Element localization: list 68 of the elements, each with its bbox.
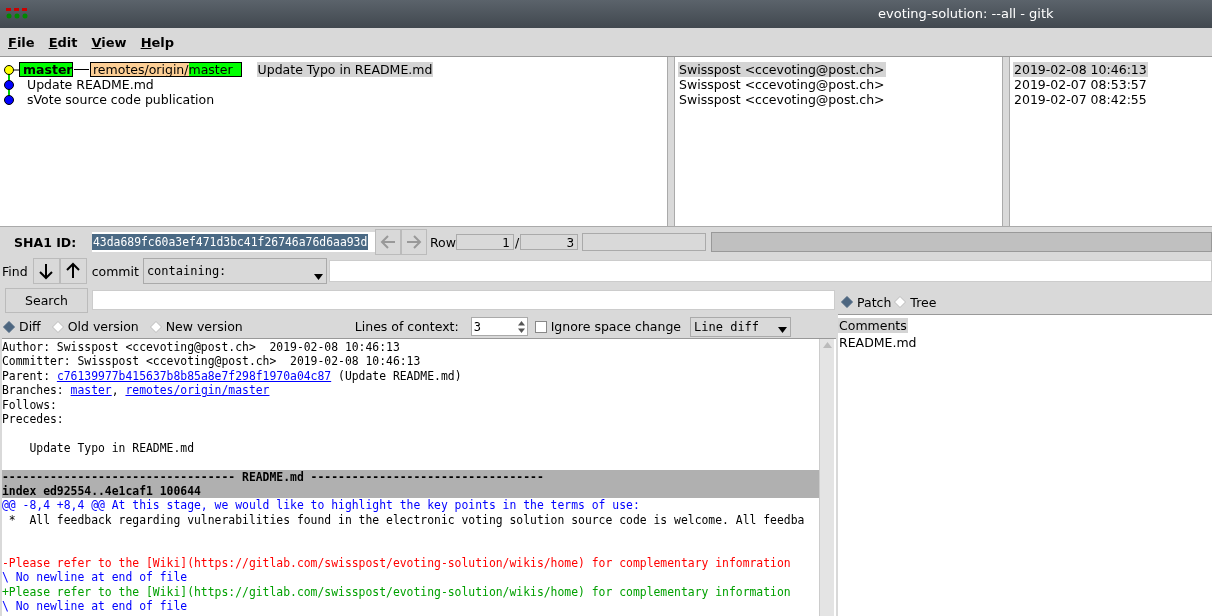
find-input-field[interactable] <box>328 260 1212 282</box>
commit-message: Update Typo in README.md <box>28 440 196 456</box>
diff-view-radio[interactable]: Old version <box>51 319 139 334</box>
diff-mode-dropdown[interactable]: Line diff <box>690 316 792 337</box>
view-mode-radio[interactable]: Tree <box>894 294 937 310</box>
commit-author[interactable]: Swisspost <ccevoting@post.ch> <box>678 77 886 92</box>
forward-button[interactable] <box>401 229 427 255</box>
row-number-field: 1 <box>456 234 514 250</box>
added-line: +Please refer to the [Wiki](https://gitlab.com/swisspost/evoting-solution/wikis/home) for complementary information <box>2 584 792 600</box>
header-line: (Update README.md) <box>337 368 462 383</box>
row-total-field: 3 <box>520 234 579 250</box>
menu-item[interactable]: File <box>4 34 39 50</box>
find-mode-dropdown[interactable]: containing: <box>142 258 327 284</box>
sha1-label: SHA1 ID: <box>13 234 78 250</box>
search-button[interactable]: Search <box>5 287 88 313</box>
header-line: Committer: Swisspost <ccevoting@post.ch> 2019-02-08 10:46:13 <box>2 354 421 369</box>
removed-line: -Please refer to the [Wiki](https://gitlab.com/swisspost/evoting-solution/wikis/home) for complementary infomration <box>2 555 792 571</box>
commit-date[interactable]: 2019-02-08 10:46:13 <box>1013 62 1148 77</box>
header-line: Parent: <box>2 368 51 383</box>
app-icon <box>6 8 28 20</box>
header-line: Author: Swisspost <ccevoting@post.ch> 2019-02-08 10:46:13 <box>2 340 400 354</box>
menu-item[interactable]: Edit <box>44 34 82 50</box>
down-arrow-icon <box>37 262 56 280</box>
commit-headline[interactable]: Update README.md <box>26 77 155 92</box>
commit-headline[interactable]: Update Typo in README.md <box>256 62 434 77</box>
menu-item[interactable]: View <box>87 34 131 50</box>
commit-date[interactable]: 2019-02-07 08:53:57 <box>1013 77 1148 92</box>
no-newline-note: \ No newline at end of file <box>2 570 189 585</box>
header-line: Follows: <box>2 397 57 412</box>
spinner-arrows-icon <box>516 318 526 335</box>
row-separator: / <box>515 234 520 250</box>
header-line: , <box>111 383 120 398</box>
row-label: Row <box>430 234 456 250</box>
commit-author[interactable]: Swisspost <ccevoting@post.ch> <box>678 62 886 77</box>
back-button[interactable] <box>375 229 401 255</box>
ignore-space-checkbox[interactable]: Ignore space change <box>534 319 682 334</box>
file-list-item[interactable]: README.md <box>838 335 918 350</box>
file-header: ---------------------------------- README.md ---------------------------------- <box>2 469 819 484</box>
sha1-field[interactable]: 43da689fc60a3ef471d3bc41f26746a76d6aa93d <box>92 232 375 252</box>
commit-headline[interactable]: sVote source code publication <box>26 92 216 107</box>
search-input-field[interactable] <box>92 290 835 310</box>
find-next-button[interactable] <box>32 258 60 284</box>
caret-icon <box>313 274 323 280</box>
commit-link[interactable]: master <box>70 383 112 398</box>
hunk-header: @@ -8,4 +8,4 @@ At this stage, we would like to highlight the key points in the terms of use: <box>2 498 641 513</box>
left-arrow-icon <box>379 234 397 250</box>
window-title: evoting-solution: --all - gitk <box>878 6 1054 21</box>
find-type-label: commit <box>91 263 139 279</box>
commit-date[interactable]: 2019-02-07 08:42:55 <box>1013 92 1148 107</box>
caret-icon <box>778 326 788 333</box>
right-arrow-icon <box>405 234 423 250</box>
no-newline-note: \ No newline at end of file <box>2 599 189 614</box>
header-line: Precedes: <box>2 411 64 426</box>
find-label: Find <box>2 263 28 279</box>
header-line: Branches: <box>2 383 65 398</box>
menu-item[interactable]: Help <box>136 34 179 50</box>
context-line: * All feedback regarding vulnerabilities found in the electronic voting solution source code is welcome. All feedba <box>7 512 806 528</box>
view-mode-radio[interactable]: Patch <box>841 294 892 310</box>
branch-tag[interactable]: master <box>19 62 73 77</box>
file-list-item[interactable]: Comments <box>838 318 908 333</box>
find-previous-button[interactable] <box>59 258 87 284</box>
context-spinbox[interactable]: 3 <box>470 317 528 336</box>
diff-view-radio[interactable]: New version <box>149 319 243 334</box>
commit-link[interactable]: remotes/origin/master <box>125 383 270 398</box>
context-label: Lines of context: <box>354 319 459 334</box>
diff-view-radio[interactable]: Diff <box>3 319 41 334</box>
commit-author[interactable]: Swisspost <ccevoting@post.ch> <box>678 92 886 107</box>
commit-link[interactable]: c76139977b415637b8b85a8e7f298f1970a04c87 <box>56 368 332 383</box>
